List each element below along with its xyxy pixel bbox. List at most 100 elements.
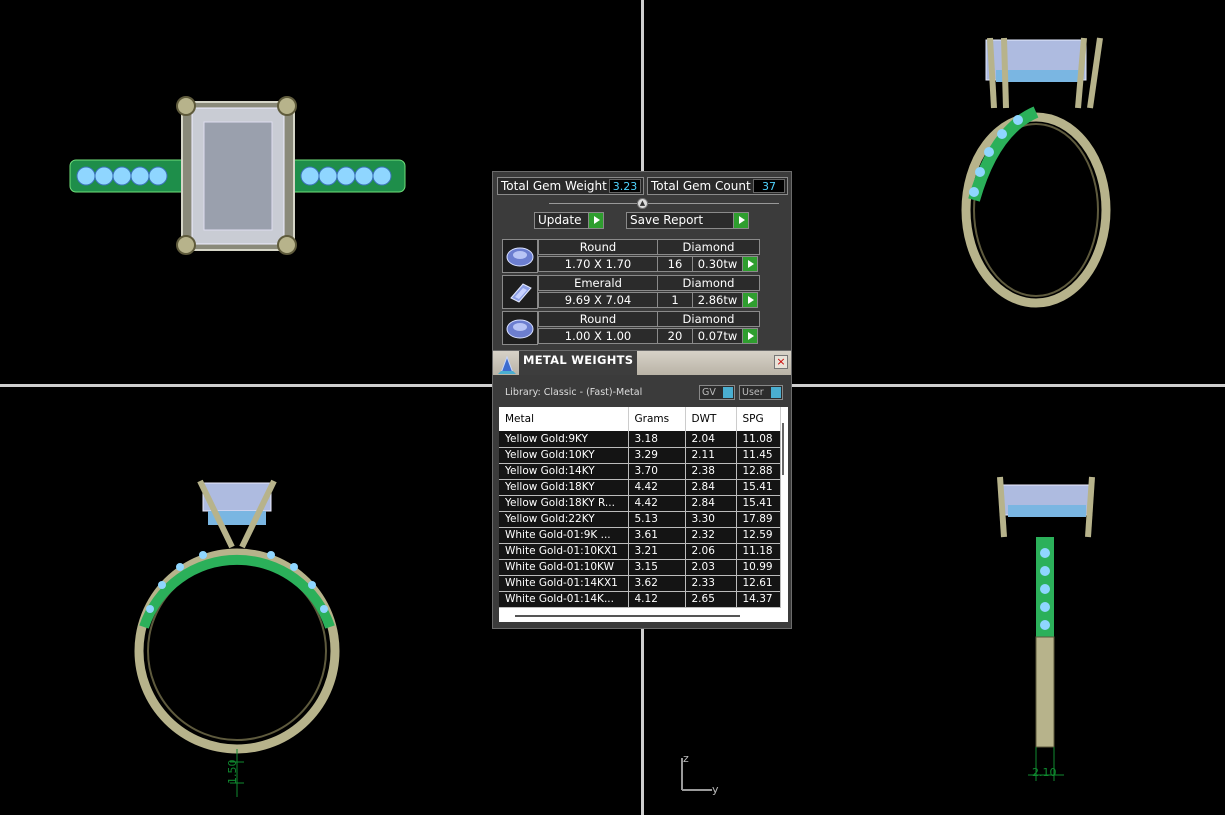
metal-dwt: 2.33 (685, 575, 737, 592)
metal-grams: 3.21 (628, 543, 686, 560)
metal-dwt: 2.65 (685, 591, 737, 608)
table-row[interactable]: Yellow Gold:9KY 3.18 2.04 11.08 (499, 431, 781, 448)
metal-spg: 14.37 (736, 591, 781, 608)
metal-grams: 3.15 (628, 559, 686, 576)
gv-toggle-label: GV (702, 387, 716, 398)
gem-count: 20 (657, 328, 693, 344)
total-gem-weight: Total Gem Weight 3.23 (497, 177, 644, 195)
dimension-label-left: 1.50 (226, 760, 239, 785)
gem-select-button[interactable] (742, 328, 758, 344)
toggle-knob (723, 387, 733, 398)
gem-material: Diamond (657, 311, 760, 327)
metal-grams: 4.42 (628, 479, 686, 496)
metal-dwt: 2.03 (685, 559, 737, 576)
column-header-dwt[interactable]: DWT (685, 407, 737, 431)
play-icon (588, 213, 603, 228)
gem-count: 1 (657, 292, 693, 308)
column-header-metal[interactable]: Metal (499, 407, 629, 431)
metal-spg: 17.89 (736, 511, 781, 528)
play-icon (733, 213, 748, 228)
metal-spg: 11.45 (736, 447, 781, 464)
metal-weights-panel: METAL WEIGHTS × Library: Classic - (Fast… (492, 350, 792, 629)
emerald-gem-icon[interactable] (502, 275, 538, 309)
total-gem-weight-label: Total Gem Weight (501, 179, 607, 193)
gem-row: Round Diamond 1.70 X 1.70 16 0.30tw (502, 239, 760, 273)
round-gem-icon[interactable] (502, 311, 538, 345)
metal-name: White Gold-01:9K ... (499, 527, 629, 544)
total-gem-count: Total Gem Count 37 (647, 177, 788, 195)
metal-dwt: 2.84 (685, 495, 737, 512)
metal-grams: 4.12 (628, 591, 686, 608)
gem-count: 16 (657, 256, 693, 272)
metal-weights-table: Metal Grams DWT SPG Yellow Gold:9KY 3.18 2… (499, 407, 788, 622)
metal-name: White Gold-01:10KX1 (499, 543, 629, 560)
table-row[interactable]: White Gold-01:14K... 4.12 2.65 14.37 (499, 591, 781, 608)
metal-spg: 12.59 (736, 527, 781, 544)
column-header-spg[interactable]: SPG (736, 407, 781, 431)
table-row[interactable]: Yellow Gold:10KY 3.29 2.11 11.45 (499, 447, 781, 464)
total-gem-weight-value: 3.23 (609, 179, 641, 193)
dimension-label-right: 2.10 (1032, 766, 1057, 779)
gem-material: Diamond (657, 239, 760, 255)
metal-dwt: 2.06 (685, 543, 737, 560)
table-row[interactable]: Yellow Gold:14KY 3.70 2.38 12.88 (499, 463, 781, 480)
metal-weights-title-bar[interactable]: METAL WEIGHTS × (493, 351, 791, 375)
table-row[interactable]: White Gold-01:10KX1 3.21 2.06 11.18 (499, 543, 781, 560)
table-row[interactable]: White Gold-01:10KW 3.15 2.03 10.99 (499, 559, 781, 576)
gem-select-button[interactable] (742, 256, 758, 272)
gem-select-button[interactable] (742, 292, 758, 308)
table-row[interactable]: Yellow Gold:18KY R... 4.42 2.84 15.41 (499, 495, 781, 512)
library-label: Library: Classic - (Fast)-Metal (505, 387, 643, 398)
close-icon[interactable]: × (774, 355, 788, 369)
metal-grams: 3.70 (628, 463, 686, 480)
vertical-scrollbar[interactable] (782, 423, 784, 475)
metal-spg: 10.99 (736, 559, 781, 576)
gem-weight: 2.86tw (692, 292, 743, 308)
round-gem-icon[interactable] (502, 239, 538, 273)
metal-name: White Gold-01:10KW (499, 559, 629, 576)
gem-material: Diamond (657, 275, 760, 291)
metal-grams: 3.18 (628, 431, 686, 448)
total-gem-count-label: Total Gem Count (651, 179, 751, 193)
gem-weight: 0.07tw (692, 328, 743, 344)
table-row[interactable]: Yellow Gold:22KY 5.13 3.30 17.89 (499, 511, 781, 528)
metal-name: Yellow Gold:22KY (499, 511, 629, 528)
metal-spg: 12.61 (736, 575, 781, 592)
metal-name: Yellow Gold:9KY (499, 431, 629, 448)
gv-toggle[interactable]: GV (699, 385, 735, 400)
update-button-label: Update (538, 213, 582, 227)
metal-name: Yellow Gold:18KY R... (499, 495, 629, 512)
gem-cut: Round (538, 311, 658, 327)
column-header-grams[interactable]: Grams (628, 407, 686, 431)
table-row[interactable]: White Gold-01:9K ... 3.61 2.32 12.59 (499, 527, 781, 544)
total-gem-count-value: 37 (753, 179, 785, 193)
gem-weight: 0.30tw (692, 256, 743, 272)
metal-grams: 3.62 (628, 575, 686, 592)
metal-dwt: 3.30 (685, 511, 737, 528)
panel-collapse-knob[interactable]: ▲ (637, 198, 648, 209)
metal-dwt: 2.38 (685, 463, 737, 480)
gem-row: Emerald Diamond 9.69 X 7.04 1 2.86tw (502, 275, 760, 309)
table-row[interactable]: Yellow Gold:18KY 4.42 2.84 15.41 (499, 479, 781, 496)
axis-z-label: z (683, 752, 689, 765)
metal-spg: 11.18 (736, 543, 781, 560)
metal-name: Yellow Gold:14KY (499, 463, 629, 480)
metal-name: Yellow Gold:18KY (499, 479, 629, 496)
table-row[interactable]: White Gold-01:14KX1 3.62 2.33 12.61 (499, 575, 781, 592)
update-button[interactable]: Update (534, 212, 604, 229)
save-report-button[interactable]: Save Report (626, 212, 749, 229)
user-toggle-label: User (742, 387, 764, 398)
gem-size: 1.00 X 1.00 (538, 328, 658, 344)
axis-y-label: y (712, 783, 719, 796)
metal-name: White Gold-01:14K... (499, 591, 629, 608)
horizontal-scrollbar[interactable] (515, 615, 740, 617)
user-toggle[interactable]: User (739, 385, 783, 400)
metal-weights-title: METAL WEIGHTS (523, 353, 634, 367)
gem-size: 1.70 X 1.70 (538, 256, 658, 272)
metal-grams: 4.42 (628, 495, 686, 512)
axis-indicator: z y (674, 750, 724, 800)
metal-grams: 5.13 (628, 511, 686, 528)
gem-size: 9.69 X 7.04 (538, 292, 658, 308)
gem-cut: Round (538, 239, 658, 255)
metal-flask-icon (498, 355, 516, 374)
